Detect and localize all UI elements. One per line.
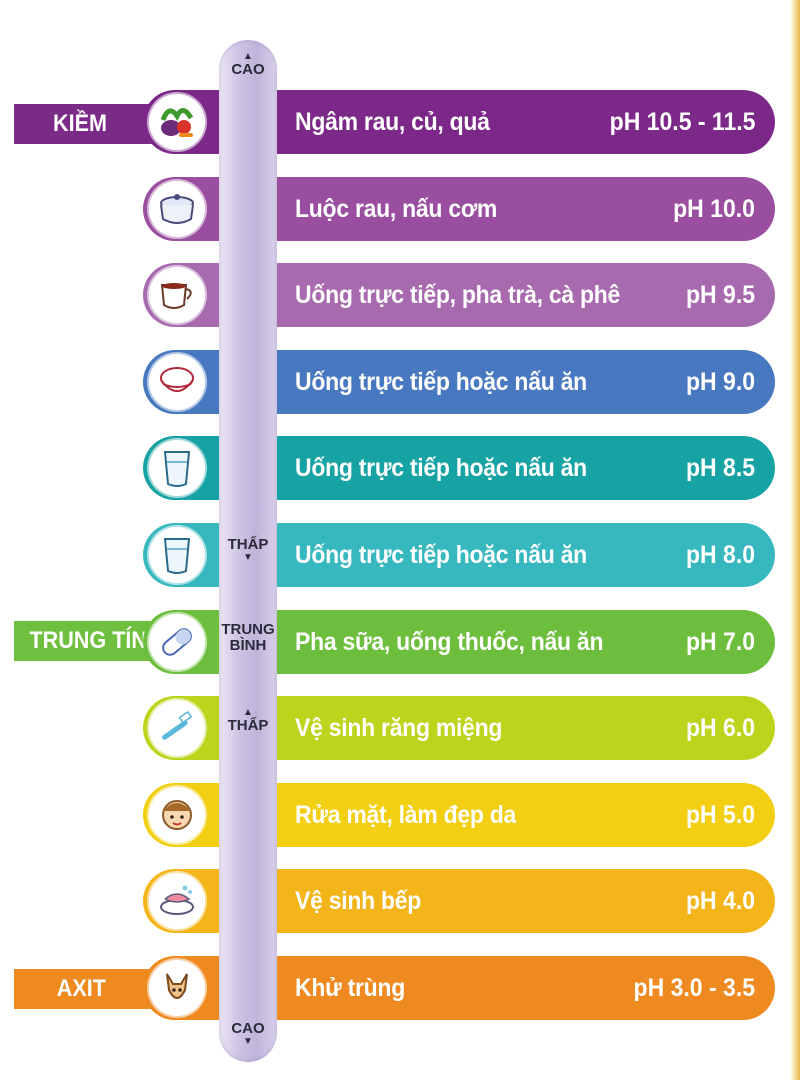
ph-usage-label: Vệ sinh bếp (295, 887, 422, 915)
face-wash-icon (149, 787, 205, 843)
scale-top-high: ▲ CAO (219, 52, 277, 78)
germ-icon (149, 960, 205, 1016)
ph-usage-label: Vệ sinh răng miệng (295, 714, 503, 742)
scale-alkaline-low: THẤP ▼ (219, 537, 277, 563)
ph-value: pH 9.0 (685, 368, 755, 396)
ph-usage-label: Uống trực tiếp hoặc nấu ăn (295, 368, 587, 396)
pill-icon (149, 614, 205, 670)
ph-value: pH 6.0 (685, 714, 755, 742)
vegetables-icon (149, 94, 205, 150)
ph-usage-label: Ngâm rau, củ, quả (295, 108, 490, 136)
scale-neutral: TRUNG BÌNH (219, 622, 277, 654)
ph-usage-label: Pha sữa, uống thuốc, nấu ăn (295, 628, 604, 656)
toothbrush-icon (149, 700, 205, 756)
down-arrow-icon: ▼ (243, 1036, 253, 1047)
ph-usage-label: Rửa mặt, làm đẹp da (295, 801, 517, 829)
scale-acid-low: ▲ THẤP (219, 708, 277, 734)
ph-value: pH 9.5 (685, 281, 755, 309)
ph-usage-label: Uống trực tiếp hoặc nấu ăn (295, 454, 587, 482)
ph-value: pH 7.0 (685, 628, 755, 656)
scale-neutral-line1: TRUNG (221, 621, 275, 638)
scale-bottom-high: CAO ▼ (219, 1021, 277, 1047)
scale-bottom-high-label: CAO (231, 1020, 265, 1037)
ph-value: pH 4.0 (685, 887, 755, 915)
scale-acid-low-label: THẤP (227, 717, 269, 734)
ph-usage-label: Khử trùng (295, 974, 405, 1002)
ph-value: pH 10.0 (673, 195, 755, 223)
water-glass-icon (149, 440, 205, 496)
down-arrow-icon: ▼ (243, 552, 253, 563)
rice-bowl-icon (149, 354, 205, 410)
category-alkaline-label: KIỀM (53, 110, 107, 137)
category-acid-label: AXIT (56, 975, 106, 1002)
ph-usage-label: Luộc rau, nấu cơm (295, 195, 498, 223)
scale-top-high-label: CAO (231, 61, 265, 78)
ph-value: pH 10.5 - 11.5 (609, 108, 755, 136)
cooking-pot-icon (149, 181, 205, 237)
ph-value: pH 3.0 - 3.5 (633, 974, 755, 1002)
coffee-cup-icon (149, 267, 205, 323)
water-glass-icon (149, 527, 205, 583)
ph-usage-label: Uống trực tiếp, pha trà, cà phê (295, 281, 621, 309)
ph-value: pH 8.0 (685, 541, 755, 569)
right-edge-decoration (790, 0, 800, 1080)
ph-value: pH 8.5 (685, 454, 755, 482)
scale-alkaline-low-label: THẤP (227, 536, 269, 553)
scale-neutral-line2: BÌNH (229, 637, 267, 654)
ph-usage-label: Uống trực tiếp hoặc nấu ăn (295, 541, 587, 569)
dish-sponge-icon (149, 873, 205, 929)
ph-value: pH 5.0 (685, 801, 755, 829)
